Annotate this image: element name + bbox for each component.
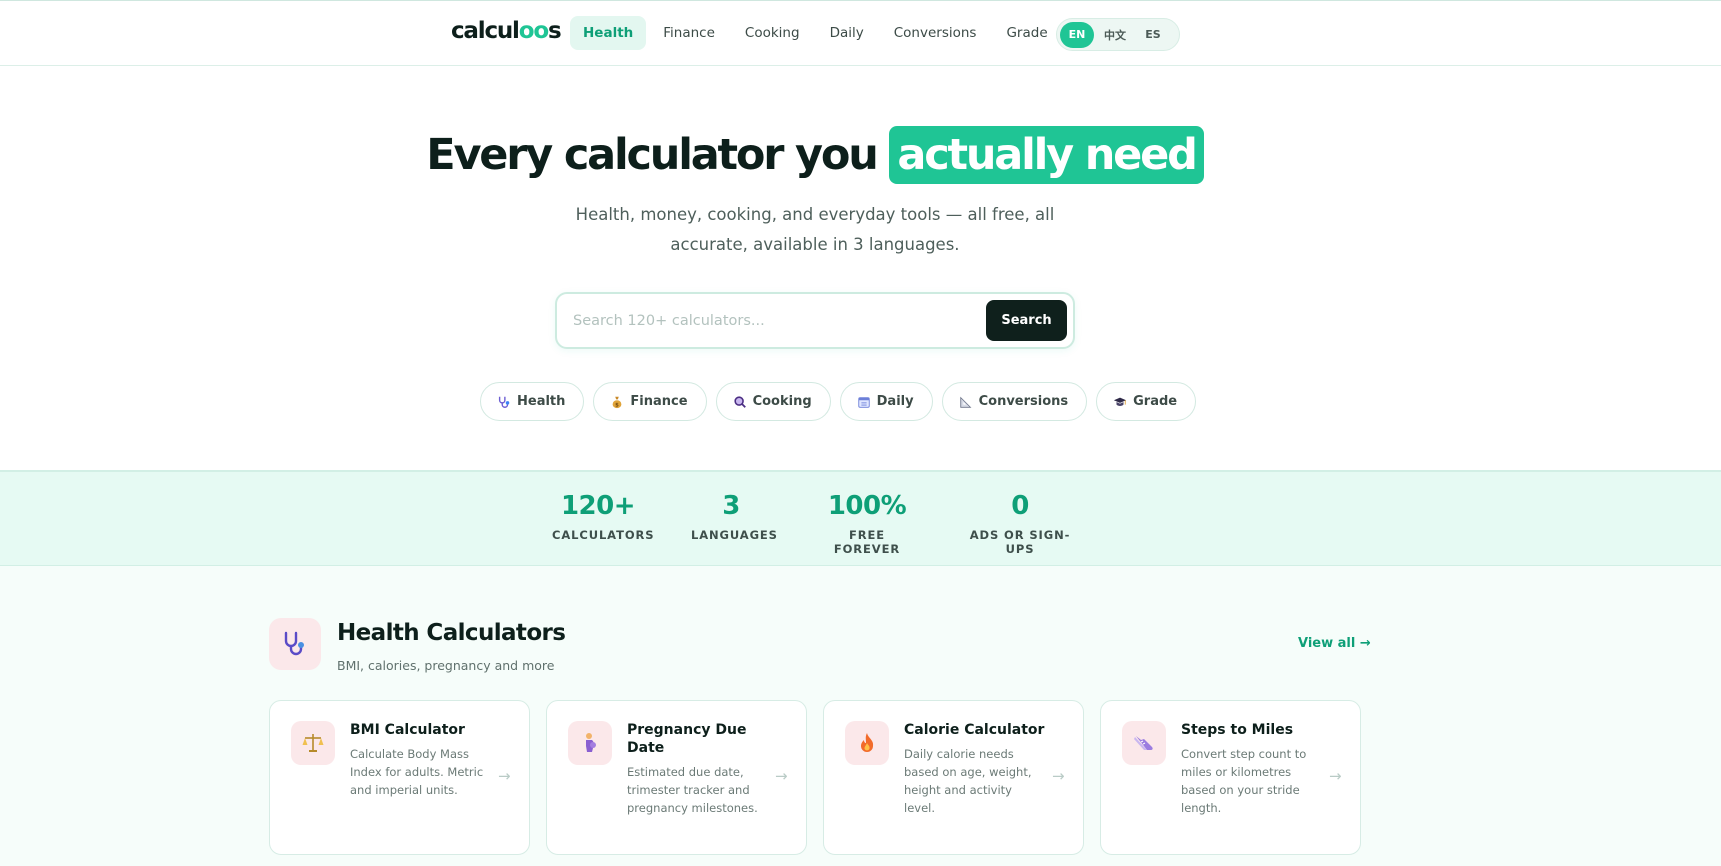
arrow-right-icon: → [498, 767, 511, 785]
card-icon-box [845, 721, 889, 765]
card-icon-box [1122, 721, 1166, 765]
lang-es[interactable]: ES [1136, 22, 1170, 48]
graduation-cap-icon [1114, 397, 1127, 406]
lang-zh[interactable]: 中文 [1098, 22, 1132, 48]
stat-label: ADS OR SIGN-UPS [969, 528, 1071, 556]
nav-link-health[interactable]: Health [570, 16, 647, 50]
stat-value: 3 [722, 491, 740, 521]
nav-links: Health Finance Cooking Daily Conversions… [570, 16, 1061, 50]
stat-label: FREE FOREVER [833, 528, 901, 556]
stat-free-forever: 100% FREE FOREVER [818, 490, 916, 556]
arrow-right-icon: → [1329, 767, 1342, 785]
chip-daily[interactable]: Daily [839, 382, 933, 421]
search-input[interactable] [573, 308, 933, 334]
card-icon-box [568, 721, 612, 765]
stat-value: 0 [1011, 491, 1029, 521]
search-box: Search [555, 292, 1075, 349]
view-all-link[interactable]: View all → [1298, 636, 1371, 651]
hero-title-highlight: actually need [889, 126, 1204, 184]
card-title: BMI Calculator [350, 722, 465, 738]
chip-label: Grade [1133, 394, 1178, 409]
chip-label: Conversions [978, 394, 1069, 409]
card-title: Steps to Miles [1181, 722, 1294, 738]
stethoscope-icon [498, 396, 510, 408]
stat-ads: 0 ADS OR SIGN-UPS [961, 490, 1079, 556]
section-title: Health Calculators [337, 620, 566, 646]
stethoscope-icon [284, 631, 304, 656]
card-description: Daily calorie needs based on age, weight… [904, 747, 1032, 815]
section-icon [269, 618, 321, 670]
stat-value: 120+ [560, 491, 636, 521]
pregnant-person-icon [586, 733, 596, 752]
nav-link-grade[interactable]: Grade [993, 16, 1060, 50]
stats-bar: 120+ CALCULATORS 3 LANGUAGES 100% FREE F… [0, 470, 1721, 566]
flame-icon [861, 733, 874, 752]
logo-end-text: s [547, 18, 562, 44]
search-button[interactable]: Search [986, 300, 1067, 341]
logo-accent-text: oo [518, 18, 549, 44]
card-description: Calculate Body Mass Index for adults. Me… [350, 747, 484, 797]
chip-label: Finance [630, 394, 688, 409]
calendar-icon [857, 396, 870, 408]
section-subtitle: BMI, calories, pregnancy and more [337, 658, 555, 673]
card-title: Pregnancy Due Date [627, 722, 747, 756]
svg-text:$: $ [616, 402, 620, 408]
card-calorie-calculator[interactable]: Calorie Calculator Daily calorie needs b… [823, 700, 1084, 855]
card-description: Convert step count to miles or kilometre… [1181, 747, 1307, 815]
stat-calculators: 120+ CALCULATORS [552, 490, 655, 542]
nav-link-conversions[interactable]: Conversions [881, 16, 990, 50]
chip-grade[interactable]: Grade [1096, 382, 1197, 421]
arrow-right-icon: → [1052, 767, 1065, 785]
card-description: Estimated due date, trimester tracker an… [627, 765, 758, 815]
ruler-triangle-icon [959, 396, 972, 408]
hero-subtitle: Health, money, cooking, and everyday too… [575, 205, 1055, 254]
category-chips: Health $ Finance Cooking Daily Conversio… [480, 382, 1197, 421]
nav-link-cooking[interactable]: Cooking [732, 16, 813, 50]
chip-label: Health [517, 394, 566, 409]
chip-label: Cooking [752, 394, 812, 409]
chip-health[interactable]: Health [480, 382, 585, 421]
logo[interactable]: calculoos [451, 18, 562, 44]
stat-languages: 3 LANGUAGES [691, 490, 778, 542]
health-section: Health Calculators BMI, calories, pregna… [0, 566, 1721, 866]
arrow-right-icon: → [775, 767, 788, 785]
magnifier-icon [733, 395, 746, 408]
card-pregnancy-due-date[interactable]: Pregnancy Due Date Estimated due date, t… [546, 700, 807, 855]
scales-icon [302, 734, 324, 752]
card-title: Calorie Calculator [904, 722, 1045, 738]
sneaker-icon [1134, 736, 1153, 750]
stat-value: 100% [827, 491, 907, 521]
chip-label: Daily [876, 394, 914, 409]
chip-finance[interactable]: $ Finance [593, 382, 707, 421]
stat-label: CALCULATORS [552, 528, 655, 542]
chip-conversions[interactable]: Conversions [941, 382, 1088, 421]
lang-en[interactable]: EN [1060, 21, 1094, 48]
money-bag-icon: $ [613, 396, 622, 408]
hero-title-plain: Every calculator you [426, 130, 879, 180]
nav-link-daily[interactable]: Daily [817, 16, 877, 50]
card-icon-box [291, 721, 335, 765]
logo-text: calcul [451, 18, 520, 44]
card-bmi-calculator[interactable]: BMI Calculator Calculate Body Mass Index… [269, 700, 530, 855]
hero-title: Every calculator you actually need [0, 126, 1630, 184]
stat-label: LANGUAGES [691, 528, 778, 542]
card-steps-to-miles[interactable]: Steps to Miles Convert step count to mil… [1100, 700, 1361, 855]
chip-cooking[interactable]: Cooking [715, 382, 831, 421]
top-navbar: calculoos Health Finance Cooking Daily C… [0, 1, 1721, 66]
nav-link-finance[interactable]: Finance [650, 16, 728, 50]
language-switcher: EN 中文 ES [1056, 18, 1180, 51]
